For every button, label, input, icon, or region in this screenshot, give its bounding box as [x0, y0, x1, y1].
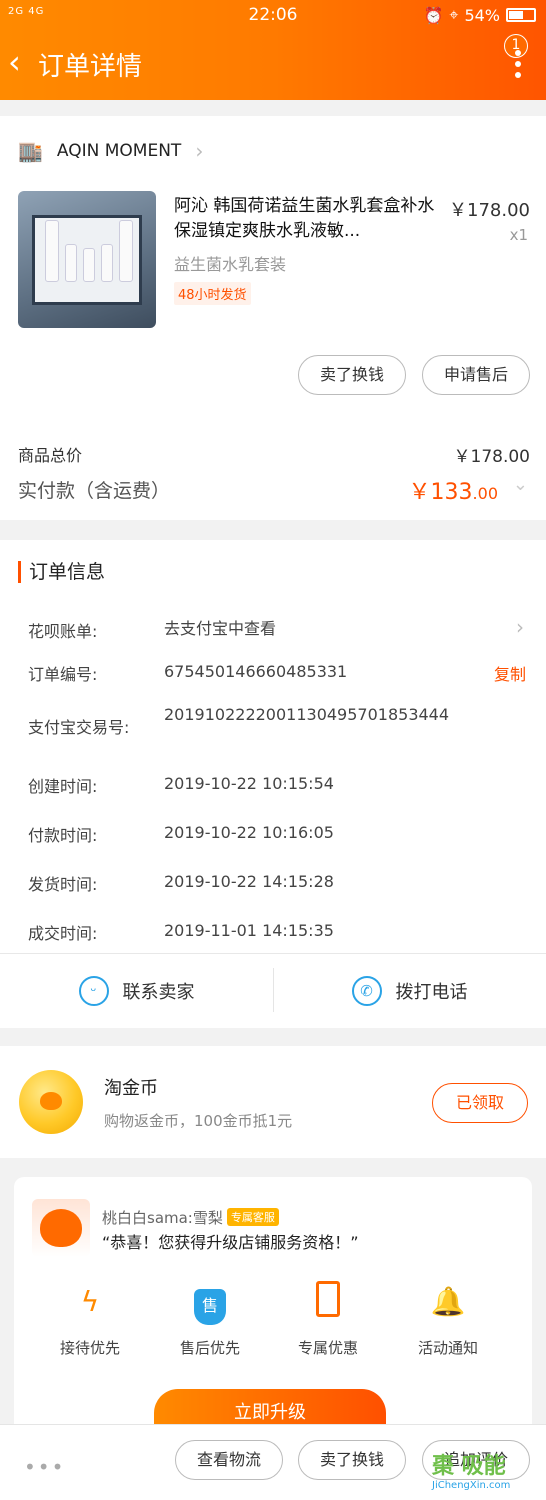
bottom-sell-button[interactable]: 卖了换钱: [298, 1440, 406, 1480]
exclusive-service-badge: 专属客服: [226, 1208, 279, 1226]
order-number-label: 订单编号:: [28, 665, 98, 684]
total-label: 商品总价: [18, 446, 83, 465]
call-phone-label: 拨打电话: [395, 982, 468, 1003]
paid-time-value: 2019-10-22 10:16:05: [164, 823, 334, 842]
ticket-icon: [270, 1281, 386, 1323]
chevron-down-icon[interactable]: ⌄: [513, 474, 528, 495]
alipay-trade-value: 2019102222001130495701853444: [164, 705, 450, 724]
huabei-value[interactable]: 去支付宝中查看: [164, 618, 464, 639]
sell-button[interactable]: 卖了换钱: [298, 355, 406, 395]
paid-amount: ￥133.00: [409, 474, 498, 506]
product-sku: 益生菌水乳套装: [174, 255, 287, 274]
back-button[interactable]: ‹: [8, 44, 21, 80]
bottle-graphic: [65, 244, 77, 282]
lightning-icon: ϟ: [80, 1285, 100, 1318]
bottle-graphic: [45, 220, 59, 282]
shop-icon: 🏬: [18, 139, 43, 163]
bell-icon: 🔔: [430, 1285, 466, 1318]
phone-icon: ✆: [351, 976, 382, 1006]
battery-icon: [506, 8, 536, 22]
service-card: 桃白白sama:雪梨 专属客服 “恭喜！您获得升级店铺服务资格！” ϟ 接待优先 …: [14, 1177, 532, 1437]
paid-label: 实付款（含运费）: [18, 480, 171, 502]
closed-time-value: 2019-11-01 14:15:35: [164, 921, 334, 940]
paid-amount-main: ￥133: [408, 480, 473, 505]
coins-subtitle: 购物返金币，100金币抵1元: [104, 1112, 293, 1130]
ticket-glyph: [316, 1281, 340, 1317]
chevron-right-icon[interactable]: ›: [516, 615, 524, 639]
bottle-graphic: [101, 244, 113, 282]
call-phone-button[interactable]: ✆ 拨打电话: [273, 954, 546, 1028]
chevron-right-icon: ›: [195, 139, 204, 163]
alipay-trade-label: 支付宝交易号:: [28, 718, 130, 737]
chat-icon: ᵕ: [78, 976, 109, 1006]
alarm-icon: ⏰: [423, 5, 444, 25]
coins-title: 淘金币: [104, 1078, 158, 1099]
paid-time-label: 付款时间:: [28, 826, 98, 845]
more-dots-icon[interactable]: •••: [24, 1455, 65, 1479]
shield-icon: 售: [152, 1281, 268, 1325]
more-menu-icon[interactable]: [514, 50, 522, 78]
total-value: ￥178.00: [453, 447, 530, 467]
watermark-logo: 棗 吸能: [432, 1454, 506, 1479]
service-name: 桃白白sama:雪梨: [102, 1209, 223, 1227]
contact-seller-label: 联系卖家: [122, 982, 195, 1003]
perk-reception-priority[interactable]: ϟ 接待优先: [32, 1281, 148, 1358]
perk-after-sale-priority[interactable]: 售 售后优先: [152, 1281, 268, 1358]
perk-label: 售后优先: [179, 1339, 240, 1357]
perk-label: 活动通知: [417, 1339, 478, 1357]
service-message: “恭喜！您获得升级店铺服务资格！”: [102, 1233, 359, 1252]
order-info-title: 订单信息: [18, 561, 105, 583]
product-title[interactable]: 阿沁 韩国荷诺益生菌水乳套盒补水保湿镇定爽肤水乳液敏...: [174, 194, 436, 244]
perk-event-notice[interactable]: 🔔 活动通知: [390, 1281, 506, 1358]
watermark-text: JiChengXin.com: [432, 1480, 511, 1491]
huabei-label: 花呗账单:: [28, 622, 98, 641]
paid-amount-cents: .00: [472, 484, 498, 503]
service-name-row: 桃白白sama:雪梨 专属客服: [102, 1207, 279, 1228]
bottle-graphic: [119, 220, 133, 282]
service-avatar: [32, 1199, 90, 1257]
copy-button[interactable]: 复制: [494, 661, 526, 685]
shop-row[interactable]: 🏬 AQIN MOMENT ›: [18, 139, 203, 163]
perk-label: 接待优先: [59, 1339, 120, 1357]
product-box-graphic: [32, 215, 142, 305]
perk-exclusive-discount[interactable]: 专属优惠: [270, 1281, 386, 1358]
status-icons: ⏰ ⌖ 54%: [423, 5, 536, 25]
claimed-button[interactable]: 已领取: [432, 1083, 528, 1123]
bottle-graphic: [83, 248, 95, 282]
shipping-tag: 48小时发货: [174, 282, 251, 305]
perk-label: 专属优惠: [297, 1339, 358, 1357]
shipped-time-value: 2019-10-22 14:15:28: [164, 872, 334, 891]
shipped-time-label: 发货时间:: [28, 875, 98, 894]
page-title: 订单详情: [38, 52, 143, 82]
status-bar: 2G 4G 22:06 ⏰ ⌖ 54%: [0, 0, 546, 30]
after-sale-button[interactable]: 申请售后: [422, 355, 530, 395]
watermark: 棗 吸能 JiChengXin.com: [432, 1448, 546, 1500]
order-number-value: 675450146660485331: [164, 662, 348, 681]
contact-seller-button[interactable]: ᵕ 联系卖家: [0, 954, 273, 1028]
product-image[interactable]: [18, 191, 156, 328]
product-quantity: x1: [509, 226, 528, 244]
shop-name: AQIN MOMENT: [56, 141, 182, 161]
created-time-value: 2019-10-22 10:15:54: [164, 774, 334, 793]
view-logistics-button[interactable]: 查看物流: [175, 1440, 283, 1480]
shield-glyph: 售: [194, 1289, 226, 1325]
app-header: 2G 4G 22:06 ⏰ ⌖ 54% ‹ 订单详情 1: [0, 0, 546, 100]
battery-level: 54%: [464, 5, 500, 25]
coin-icon: [19, 1070, 83, 1134]
closed-time-label: 成交时间:: [28, 924, 98, 943]
product-price: ￥178.00: [449, 200, 530, 221]
created-time-label: 创建时间:: [28, 777, 98, 796]
location-icon: ⌖: [449, 5, 459, 24]
